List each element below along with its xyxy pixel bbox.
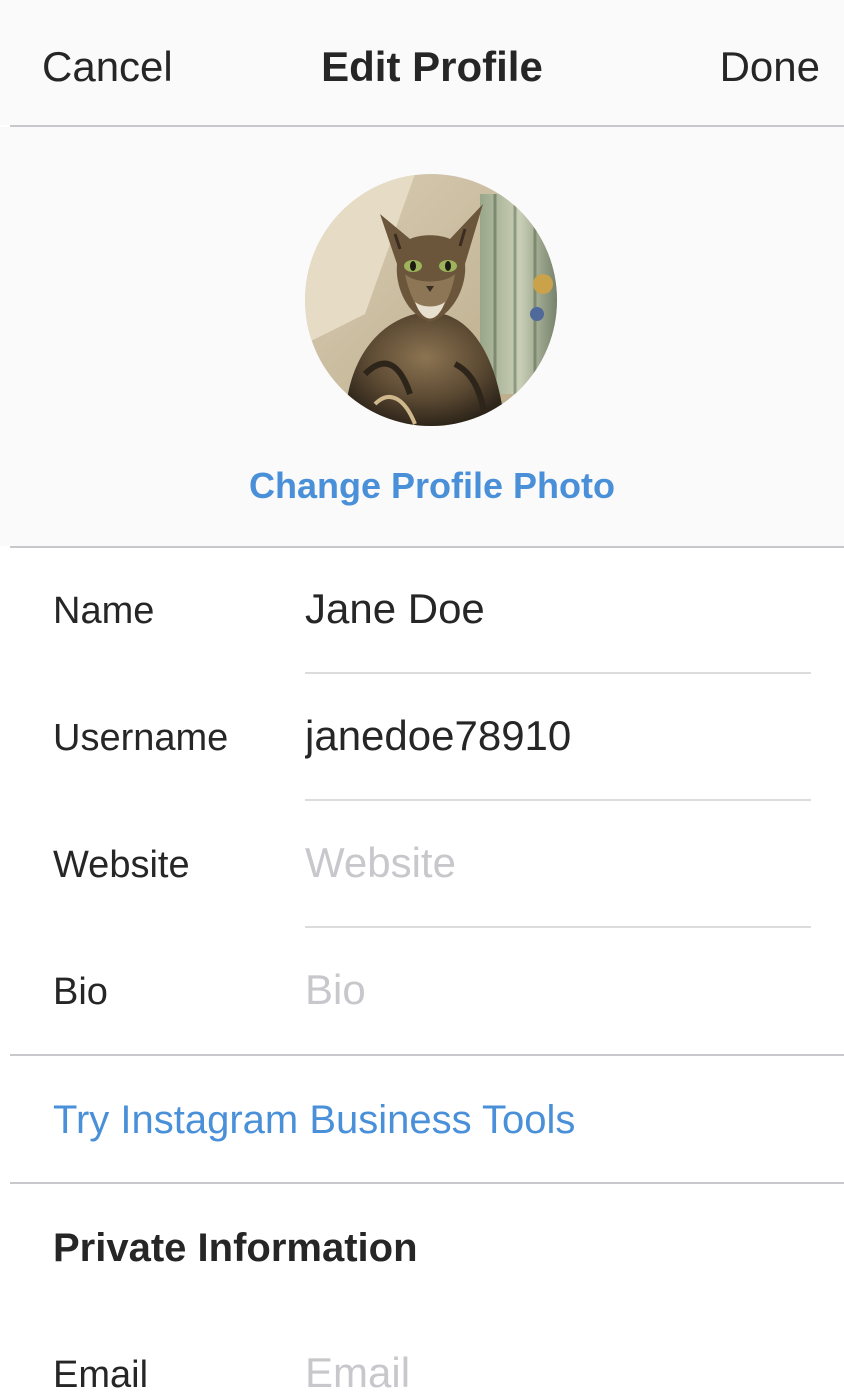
done-button[interactable]: Done: [720, 38, 820, 96]
email-label: Email: [53, 1354, 149, 1393]
name-underline: [305, 672, 811, 674]
username-underline: [305, 799, 811, 801]
username-label: Username: [53, 717, 229, 759]
private-information-heading: Private Information: [53, 1226, 418, 1270]
profile-photo-section: Change Profile Photo: [0, 127, 844, 546]
change-profile-photo-link[interactable]: Change Profile Photo: [0, 462, 844, 510]
business-tools-link[interactable]: Try Instagram Business Tools: [53, 1094, 575, 1146]
email-input[interactable]: [305, 1346, 811, 1393]
name-label: Name: [53, 590, 155, 632]
website-label: Website: [53, 844, 190, 886]
nav-bar: Cancel Edit Profile Done: [0, 0, 844, 125]
edit-profile-screen: Cancel Edit Profile Done Change Profile …: [0, 0, 844, 1393]
username-input[interactable]: [305, 709, 811, 763]
cat-photo-icon: [305, 174, 557, 426]
website-input[interactable]: [305, 836, 811, 890]
business-divider: [10, 1182, 844, 1184]
profile-avatar[interactable]: [305, 174, 557, 426]
page-title: Edit Profile: [321, 43, 543, 90]
website-underline: [305, 926, 811, 928]
bio-input[interactable]: [305, 963, 811, 1017]
photo-divider: [10, 546, 844, 548]
name-input[interactable]: [305, 582, 811, 636]
bio-label: Bio: [53, 971, 108, 1013]
form-divider: [10, 1054, 844, 1056]
